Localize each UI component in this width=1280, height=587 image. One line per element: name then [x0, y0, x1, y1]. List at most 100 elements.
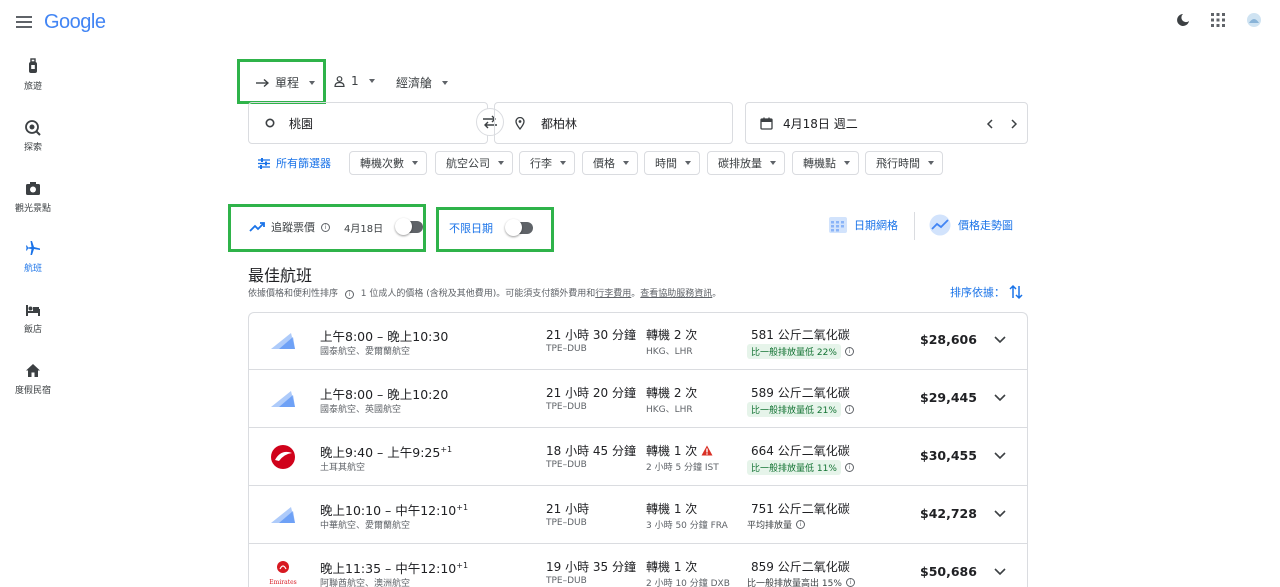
- filter-chip-airlines[interactable]: 航空公司: [435, 151, 513, 175]
- filter-chip-duration[interactable]: 飛行時間: [865, 151, 943, 175]
- filter-chip-emissions[interactable]: 碳排放量: [707, 151, 785, 175]
- flight-duration: 21 小時: [546, 502, 590, 516]
- sidebar-item-hotels[interactable]: 飯店: [0, 301, 66, 335]
- chip-label: 飛行時間: [876, 157, 920, 170]
- track-prices-toggle[interactable]: [395, 218, 424, 235]
- sort-by-button[interactable]: 排序依據：: [950, 284, 1023, 300]
- flight-row[interactable]: Emirates 晚上11:35 – 中午12:10+1 阿聯酋航空、澳洲航空 …: [249, 545, 1027, 587]
- trip-type-dropdown[interactable]: 單程: [256, 74, 316, 91]
- emissions-comparison: 比一般排放量低 11% i: [747, 460, 854, 475]
- top-bar: Google: [0, 0, 1280, 46]
- price-graph-button[interactable]: 價格走勢圖: [928, 214, 1013, 236]
- departure-date-field[interactable]: 4月18日 週二: [745, 102, 1028, 144]
- all-filters-button[interactable]: 所有篩選器: [258, 155, 331, 171]
- sidebar-item-attractions[interactable]: 觀光景點: [0, 180, 66, 214]
- origin-field[interactable]: 桃園: [248, 102, 488, 144]
- expand-chevron-icon[interactable]: [993, 451, 1007, 461]
- sidebar-item-flights[interactable]: 航班: [0, 240, 66, 274]
- airline-names: 國泰航空、英國航空: [320, 405, 402, 415]
- flight-duration: 18 小時 45 分鐘: [546, 444, 636, 458]
- info-icon[interactable]: i: [321, 222, 330, 232]
- flight-route: TPE–DUB: [546, 402, 587, 412]
- co2-emissions: 581 公斤二氧化碳: [751, 328, 850, 342]
- sidebar-item-vacation-rentals[interactable]: 度假民宿: [0, 362, 66, 396]
- passengers-dropdown[interactable]: 1: [334, 74, 375, 88]
- assistance-info-link[interactable]: 查看協助服務資訊: [640, 289, 712, 299]
- tune-icon: [258, 157, 270, 169]
- sidebar-item-label: 度假民宿: [14, 386, 51, 396]
- chevron-down-icon: [928, 161, 934, 165]
- passengers-count: 1: [351, 74, 359, 88]
- expand-chevron-icon[interactable]: [993, 335, 1007, 345]
- chip-label: 航空公司: [446, 157, 490, 170]
- emissions-note: 平均排放量: [747, 521, 793, 531]
- airline-logo-icon: [271, 507, 295, 523]
- flight-duration: 21 小時 30 分鐘: [546, 328, 636, 342]
- any-dates-control[interactable]: 不限日期: [449, 219, 533, 236]
- expand-chevron-icon[interactable]: [993, 509, 1007, 519]
- flight-icon: [26, 241, 40, 255]
- bag-fees-link[interactable]: 行李費用: [595, 289, 631, 299]
- airline-names: 土耳其航空: [320, 463, 366, 473]
- sort-icon: [1009, 284, 1023, 300]
- filter-chip-connecting-airports[interactable]: 轉機點: [792, 151, 859, 175]
- track-date: 4月18日: [344, 223, 384, 235]
- co2-emissions: 589 公斤二氧化碳: [751, 386, 850, 400]
- flight-row[interactable]: 晚上10:10 – 中午12:10+1 中華航空、愛爾蘭航空 21 小時 TPE…: [249, 487, 1027, 544]
- destination-field[interactable]: 都柏林: [494, 102, 733, 144]
- info-icon[interactable]: i: [344, 290, 354, 299]
- apps-grid-icon[interactable]: [1211, 13, 1225, 27]
- emissions-comparison: 比一般排放量高出 15% i: [747, 576, 855, 587]
- sidebar-item-label: 航班: [23, 264, 42, 274]
- sidebar-item-explore[interactable]: 探索: [0, 119, 66, 153]
- filter-chip-times[interactable]: 時間: [644, 151, 700, 175]
- sidebar-item-label: 觀光景點: [14, 204, 51, 214]
- date-grid-button[interactable]: 日期網格: [828, 215, 898, 235]
- filter-chip-price[interactable]: 價格: [582, 151, 638, 175]
- track-prices-control[interactable]: 追蹤票價 i 4月18日: [249, 218, 424, 235]
- expand-chevron-icon[interactable]: [993, 567, 1007, 577]
- airline-names: 國泰航空、愛爾蘭航空: [320, 347, 411, 357]
- person-icon: [334, 75, 345, 87]
- any-dates-toggle[interactable]: [505, 219, 533, 236]
- price-note: 1 位成人的價格 (含稅及其他費用)。可能須支付額外費用和: [360, 289, 596, 299]
- info-icon[interactable]: i: [844, 405, 854, 414]
- chevron-down-icon: [770, 161, 776, 165]
- filter-chip-bags[interactable]: 行李: [519, 151, 575, 175]
- chevron-down-icon: [498, 161, 504, 165]
- sidebar-item-label: 旅遊: [23, 82, 42, 92]
- stop-count: 轉機 1 次: [646, 442, 713, 459]
- cabin-class-dropdown[interactable]: 經濟艙: [396, 74, 449, 91]
- stop-count: 轉機 1 次: [646, 560, 698, 574]
- flight-row[interactable]: 上午8:00 – 晚上10:30 國泰航空、愛爾蘭航空 21 小時 30 分鐘 …: [249, 313, 1027, 370]
- chevron-down-icon: [844, 161, 850, 165]
- calendar-icon: [760, 117, 773, 130]
- emirates-wordmark: Emirates: [269, 579, 297, 586]
- flight-price: $30,455: [920, 448, 977, 463]
- chevron-down-icon: [623, 161, 629, 165]
- filter-chip-stops[interactable]: 轉機次數: [349, 151, 427, 175]
- hotel-icon: [26, 305, 40, 316]
- info-icon[interactable]: i: [796, 520, 806, 529]
- google-logo[interactable]: Google: [44, 11, 106, 34]
- co2-emissions: 751 公斤二氧化碳: [751, 502, 850, 516]
- next-date-icon[interactable]: [1010, 119, 1018, 129]
- house-icon: [26, 364, 40, 377]
- arrow-right-icon: [256, 78, 269, 87]
- previous-date-icon[interactable]: [986, 119, 994, 129]
- sidebar-item-label: 飯店: [23, 325, 42, 335]
- flight-row[interactable]: 晚上9:40 – 上午9:25+1 土耳其航空 18 小時 45 分鐘 TPE–…: [249, 429, 1027, 486]
- departure-date-value: 4月18日 週二: [783, 116, 858, 131]
- info-icon[interactable]: i: [845, 578, 855, 587]
- expand-chevron-icon[interactable]: [993, 393, 1007, 403]
- flight-row[interactable]: 上午8:00 – 晚上10:20 國泰航空、英國航空 21 小時 20 分鐘 T…: [249, 371, 1027, 428]
- account-avatar[interactable]: [1246, 12, 1262, 28]
- dark-mode-icon[interactable]: [1176, 13, 1190, 27]
- info-icon[interactable]: i: [844, 347, 854, 356]
- flight-price: $42,728: [920, 506, 977, 521]
- layover-airports: HKG、LHR: [646, 347, 693, 357]
- info-icon[interactable]: i: [844, 463, 854, 472]
- emissions-comparison: 比一般排放量低 21% i: [747, 402, 854, 417]
- menu-icon[interactable]: [16, 16, 32, 28]
- sidebar-item-travel[interactable]: 旅遊: [0, 58, 66, 92]
